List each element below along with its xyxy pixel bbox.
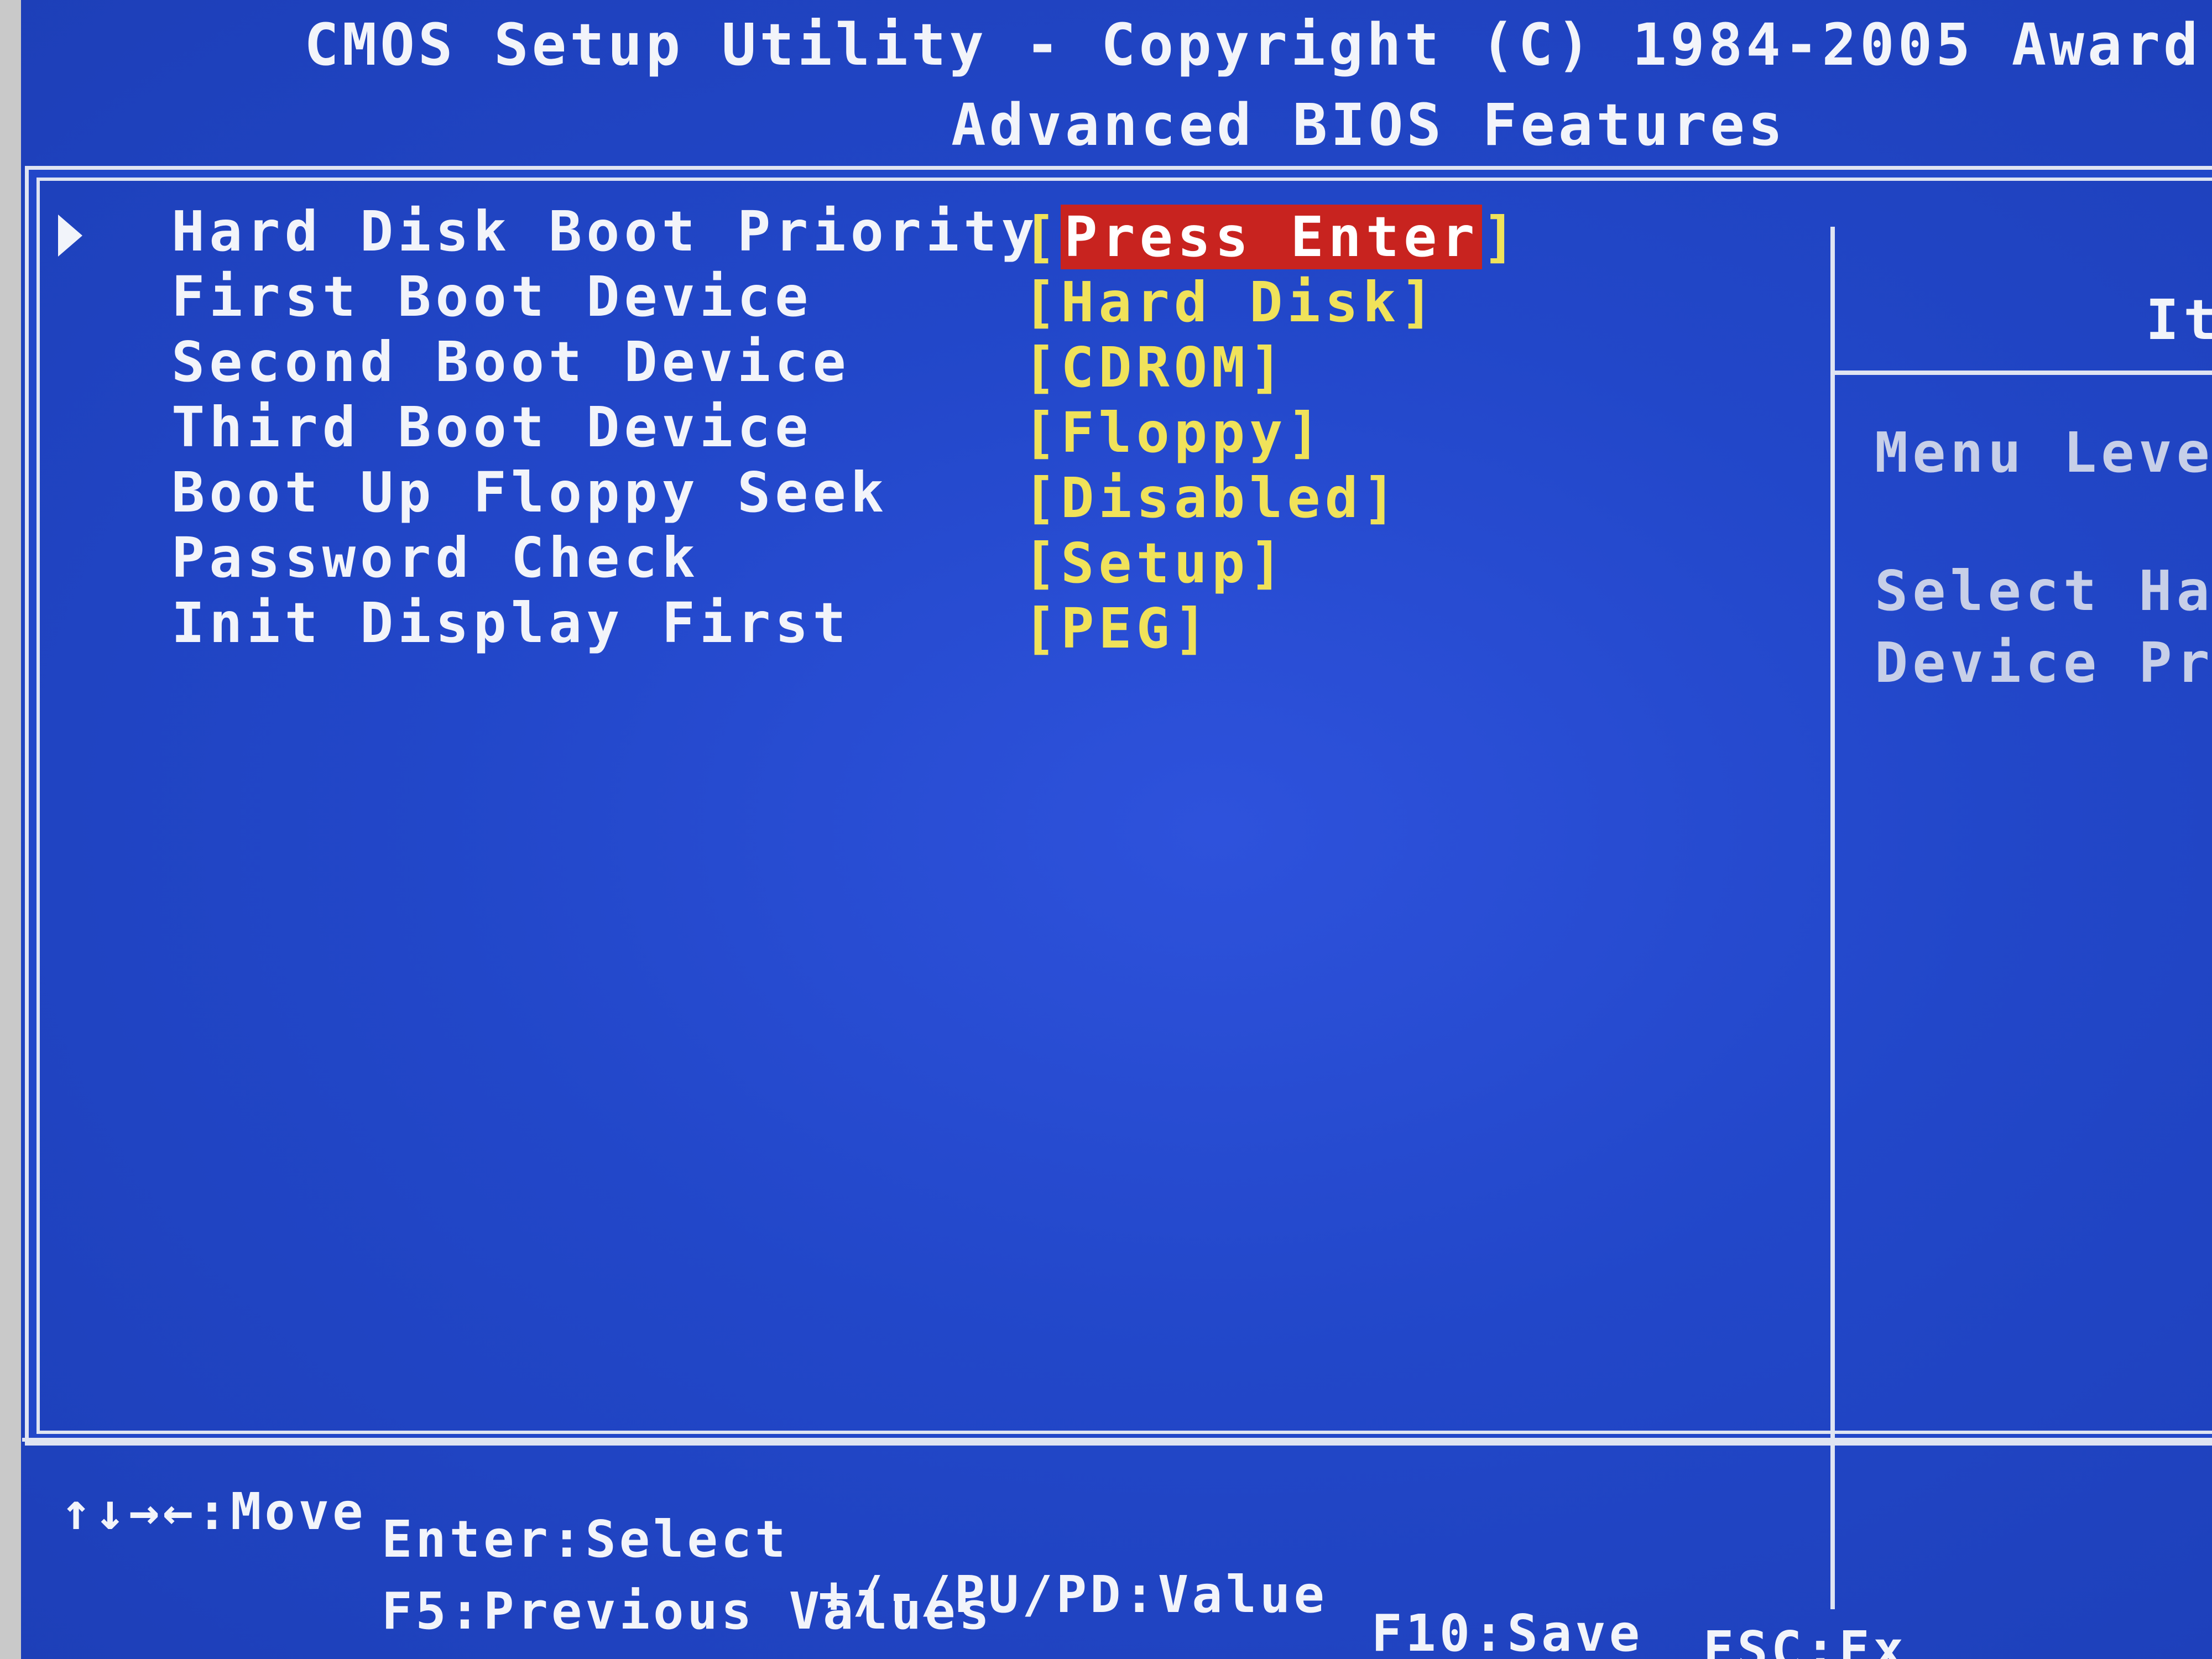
setting-value[interactable]: [Disabled]: [1023, 466, 1400, 530]
help-menu-level: Menu Leve: [1875, 420, 2212, 485]
setting-value[interactable]: [Hard Disk]: [1023, 270, 1438, 335]
setting-label: Hard Disk Boot Priority: [171, 199, 1039, 264]
setting-label: First Boot Device: [171, 264, 813, 329]
setting-label: Second Boot Device: [171, 330, 851, 394]
footer-hint-save: F10:Save: [1371, 1604, 1644, 1659]
submenu-arrow-icon: [58, 215, 82, 257]
footer-hint-value: +/-/PU/PD:Value: [818, 1565, 1328, 1624]
selected-value-highlight[interactable]: Press Enter: [1061, 205, 1483, 269]
footer-divider: [22, 1438, 2212, 1442]
help-panel-title: It: [2146, 288, 2212, 352]
setting-label: Boot Up Floppy Seek: [171, 460, 888, 525]
setting-value[interactable]: [CDROM]: [1023, 335, 1287, 400]
help-title-divider: [1835, 371, 2212, 375]
monitor-bezel: [0, 0, 21, 1659]
footer-hint-select: Enter:Select: [382, 1510, 789, 1569]
setting-value[interactable]: [Press Enter]: [1023, 205, 1520, 269]
setting-value[interactable]: [Setup]: [1023, 531, 1287, 596]
setting-label: Init Display First: [171, 591, 851, 655]
value-bracket-close: ]: [1482, 205, 1520, 269]
setting-label: Third Boot Device: [171, 395, 813, 460]
help-text-line: Device Pri: [1875, 630, 2212, 695]
footer-hint-move: ↑↓→←:Move: [61, 1482, 367, 1541]
setting-value[interactable]: [PEG]: [1023, 596, 1212, 661]
bios-screen: CMOS Setup Utility - Copyright (C) 1984-…: [0, 0, 2212, 1659]
utility-title: CMOS Setup Utility - Copyright (C) 1984-…: [304, 11, 2212, 79]
setting-value[interactable]: [Floppy]: [1023, 400, 1325, 465]
help-text-line: Select Har: [1875, 559, 2212, 623]
page-title: Advanced BIOS Features: [951, 91, 1786, 159]
value-bracket-open: [: [1023, 205, 1061, 269]
setting-label: Password Check: [171, 525, 700, 590]
footer-hint-exit: ESC:Ex: [1703, 1620, 1907, 1659]
help-panel-divider: [1830, 227, 1835, 1609]
